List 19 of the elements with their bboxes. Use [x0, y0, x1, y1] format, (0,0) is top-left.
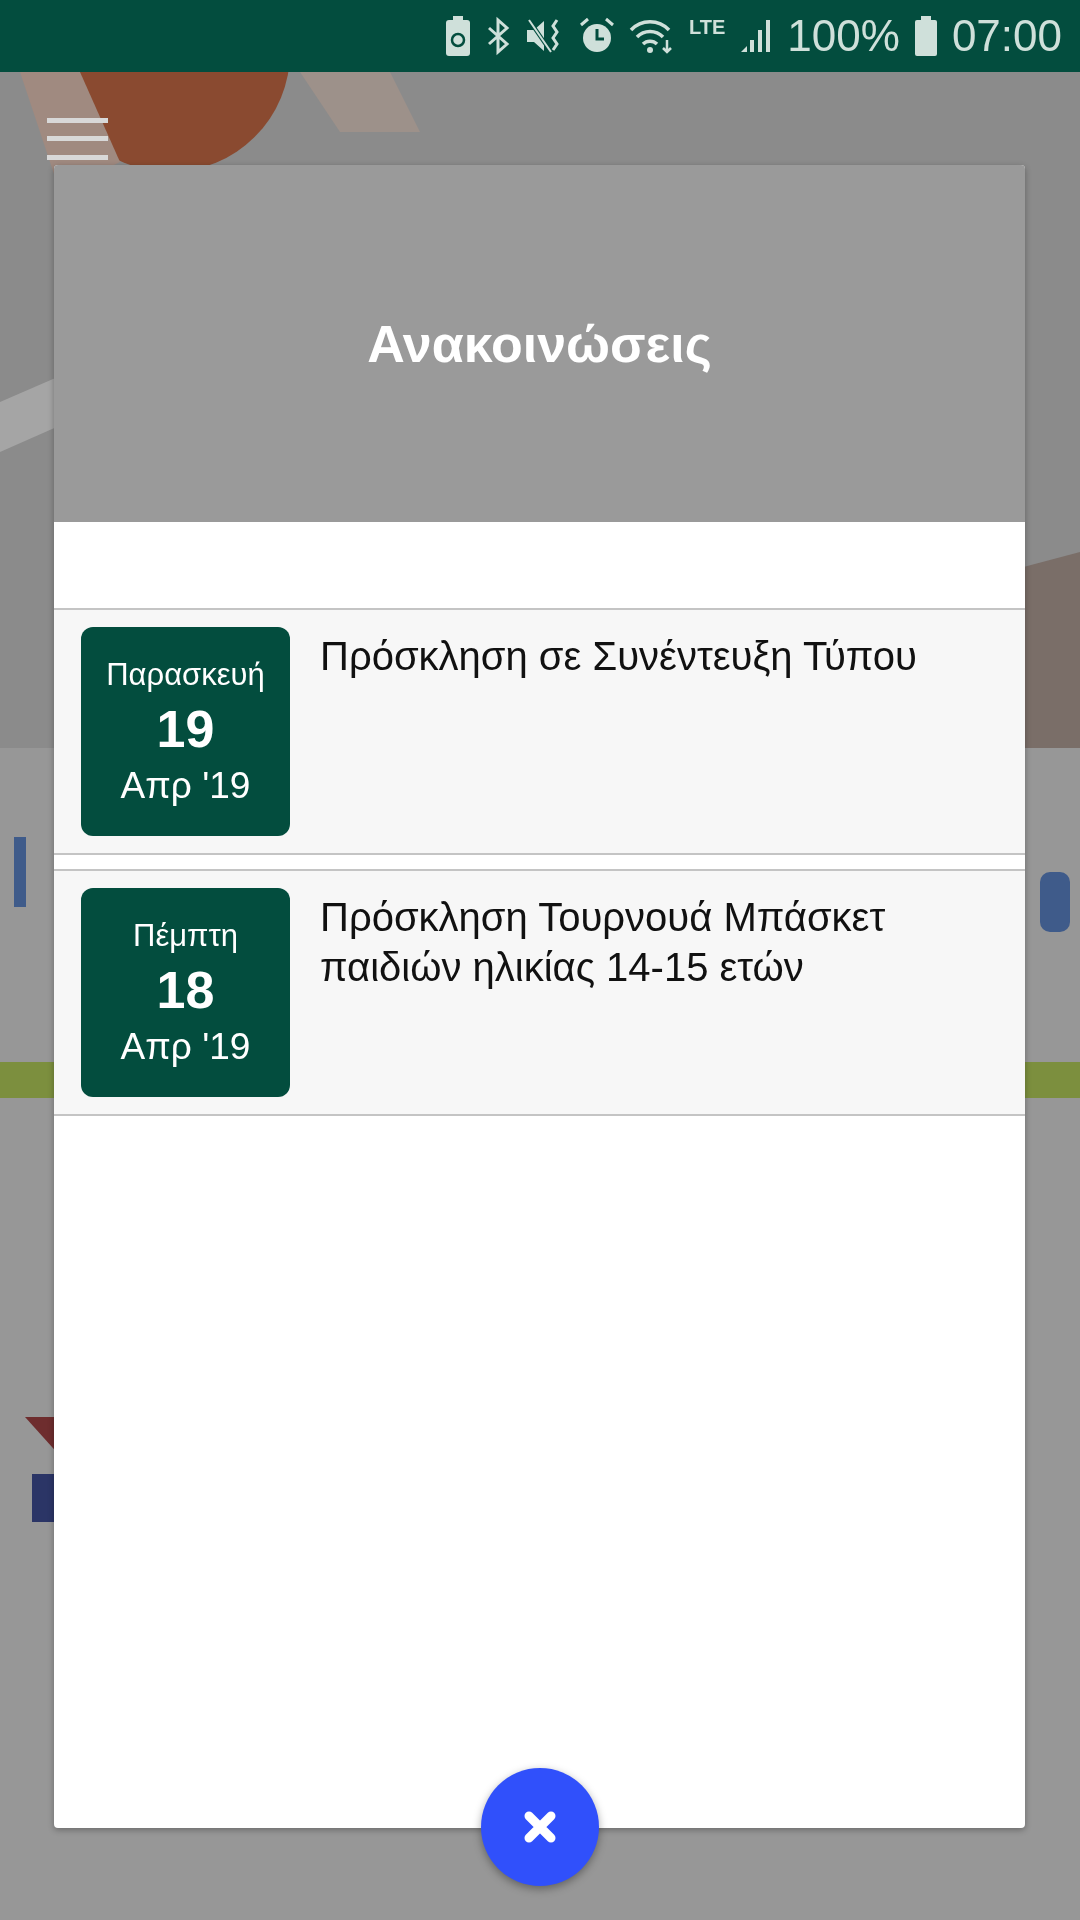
announcement-title: Πρόσκληση Τουρνουά Μπάσκετ παιδιών ηλικίας 14-15 ετών: [320, 894, 887, 991]
day-number: 19: [156, 698, 215, 759]
day-number: 18: [156, 959, 215, 1020]
close-icon: [523, 1810, 557, 1844]
month-year: Απρ '19: [120, 1025, 251, 1068]
battery-icon: [913, 16, 938, 56]
weekday: Πέμπτη: [133, 917, 238, 954]
network-type: LTE: [689, 15, 726, 39]
alarm-icon: [579, 17, 616, 55]
battery-percent: 100%: [787, 11, 900, 61]
weekday: Παρασκευή: [106, 656, 265, 693]
clock: 07:00: [951, 11, 1062, 61]
month-year: Απρ '19: [120, 764, 251, 807]
announcement-item[interactable]: Παρασκευή 19 Απρ '19 Πρόσκληση σε Συνέντευξη Τύπου: [54, 608, 1025, 855]
bluetooth-icon: [485, 16, 512, 56]
dialog-title: Ανακοινώσεις: [367, 313, 712, 374]
announcement-item[interactable]: Πέμπτη 18 Απρ '19 Πρόσκληση Τουρνουά Μπάσκετ παιδιών ηλικίας 14-15 ετών: [54, 869, 1025, 1116]
battery-saver-icon: [445, 16, 472, 56]
announcement-title: Πρόσκληση σε Συνέντευξη Τύπου: [320, 633, 917, 680]
